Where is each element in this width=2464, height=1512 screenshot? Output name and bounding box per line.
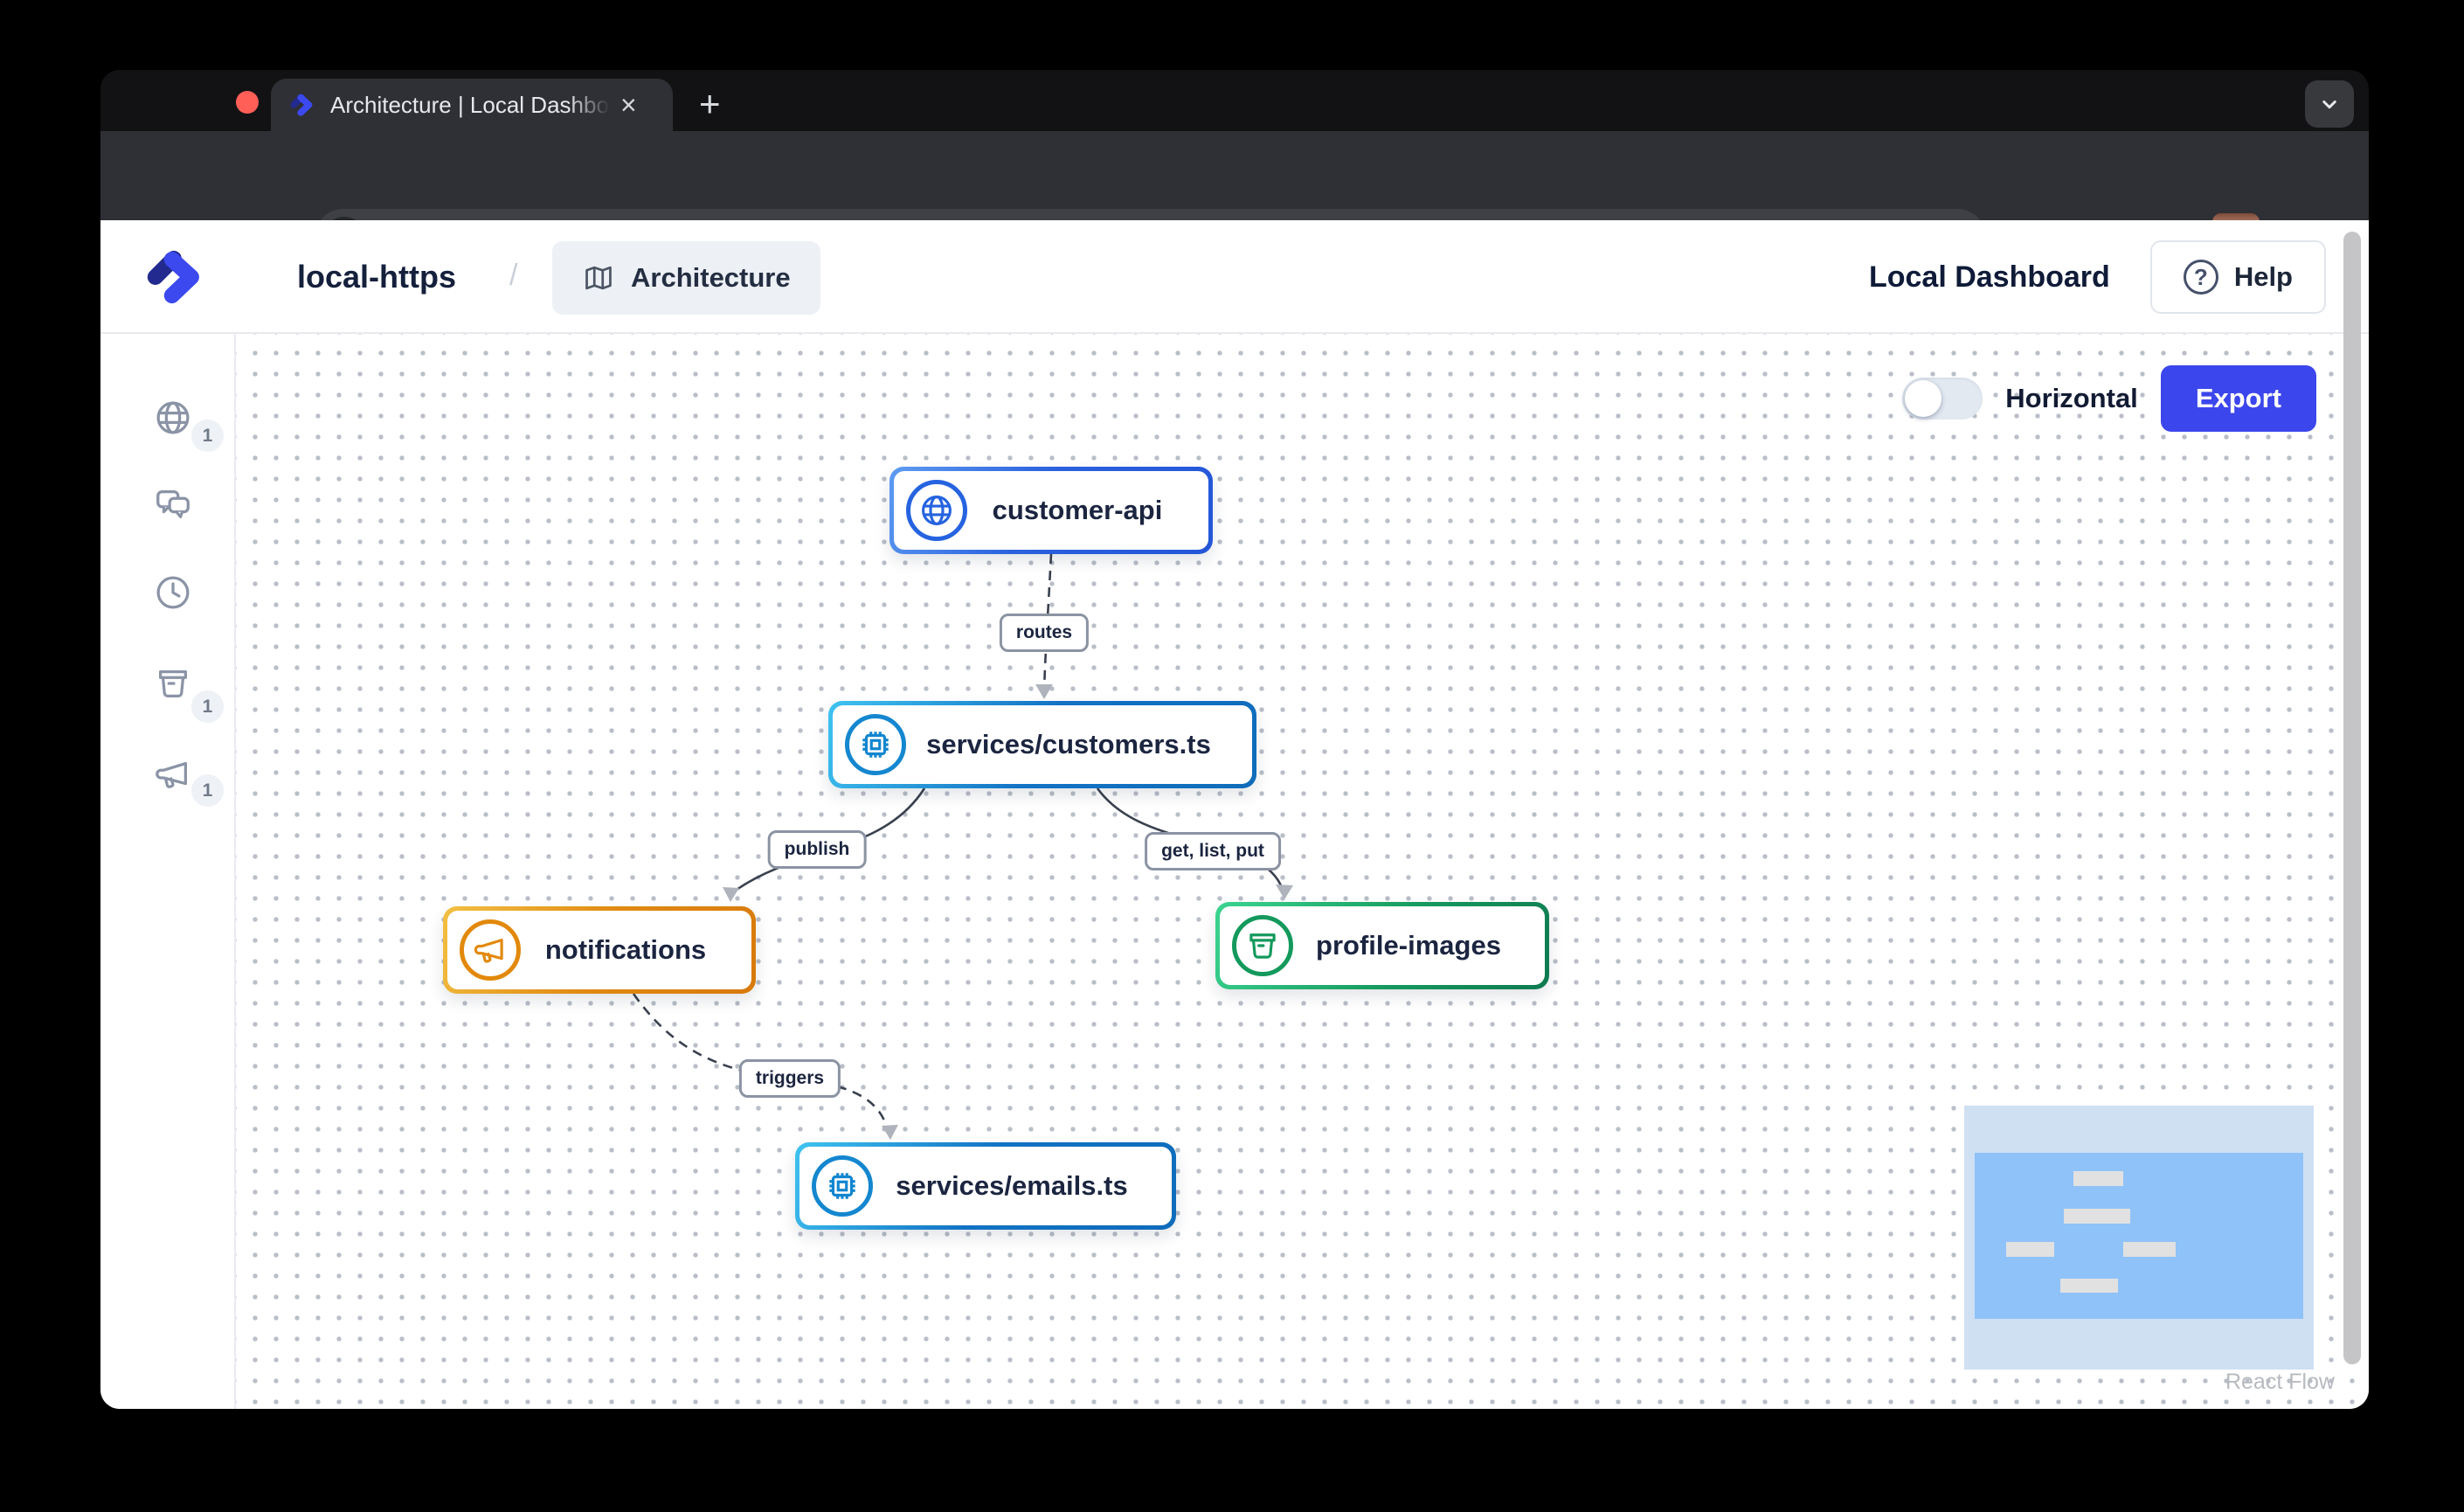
bucket-icon [1232,915,1293,976]
node-label: profile-images [1293,930,1533,961]
browser-toolbar: localhost:49152/architecture/ ⋮ [100,131,2369,220]
edge-label-routes: routes [1000,614,1089,652]
help-label: Help [2234,261,2293,293]
tab-strip: Architecture | Local Dashboar × + [100,70,2369,131]
topic-megaphone-icon [460,919,521,981]
tab-title: Architecture | Local Dashboar [330,92,610,119]
service-cpu-icon [812,1155,873,1217]
map-icon [582,261,615,295]
page-header: local-https / Architecture Local Dashboa… [100,220,2369,334]
page-scrollbar[interactable] [2343,232,2361,1364]
left-sidebar: 1 1 [100,334,236,1409]
environment-label: Local Dashboard [1869,260,2110,295]
tab-close-icon[interactable]: × [620,91,637,119]
node-label: notifications [521,934,739,966]
gateway-globe-icon [906,480,967,541]
minimap-node [2123,1242,2176,1257]
encore-logo [142,244,209,310]
question-icon: ? [2184,260,2218,295]
flow-canvas[interactable]: routes publish get, list, put triggers [236,334,2369,1409]
service-cpu-icon [845,714,906,775]
bucket-icon[interactable] [153,663,193,704]
horizontal-toggle[interactable] [1902,378,1983,420]
dashboard-page: local-https / Architecture Local Dashboa… [100,220,2369,1409]
browser-window: Architecture | Local Dashboar × + [100,70,2369,1409]
edge-label-get-list-put: get, list, put [1145,832,1281,870]
chevron-down-icon [2316,91,2343,117]
node-services-emails[interactable]: services/emails.ts [795,1142,1176,1230]
megaphone-badge: 1 [191,774,224,807]
tab-search-button[interactable] [2305,80,2354,128]
node-notifications[interactable]: notifications [443,906,756,994]
node-label: customer-api [967,495,1196,526]
clock-icon[interactable] [153,572,193,613]
bucket-badge: 1 [191,690,224,723]
megaphone-icon[interactable] [153,754,193,794]
project-name: local-https [297,259,456,295]
node-services-customers[interactable]: services/customers.ts [828,701,1256,788]
globe-badge: 1 [191,420,224,452]
architecture-nav-label: Architecture [631,262,791,294]
close-window-button[interactable] [236,91,259,114]
node-label: services/customers.ts [906,729,1240,760]
browser-tab[interactable]: Architecture | Local Dashboar × [271,79,673,131]
toggle-knob [1905,380,1941,417]
minimap-node [2064,1209,2130,1224]
node-profile-images[interactable]: profile-images [1215,902,1549,989]
help-button[interactable]: ? Help [2150,240,2326,314]
node-label: services/emails.ts [873,1170,1159,1202]
node-customer-api[interactable]: customer-api [889,467,1213,554]
export-button[interactable]: Export [2161,365,2316,432]
chat-icon[interactable] [153,484,193,524]
react-flow-attribution: React Flow [2225,1370,2335,1395]
minimap-node [2073,1171,2123,1186]
canvas-controls: Horizontal Export [1902,365,2316,432]
edge-label-publish: publish [768,830,867,869]
minimap-node [2006,1242,2054,1257]
globe-icon[interactable] [153,398,193,438]
new-tab-button[interactable]: + [699,86,721,122]
architecture-nav-button[interactable]: Architecture [552,241,820,315]
favicon-encore-icon [288,91,316,119]
edge-label-triggers: triggers [739,1059,841,1098]
breadcrumb-separator: / [509,259,517,293]
desktop-background: Architecture | Local Dashboar × + [0,0,2464,1512]
horizontal-toggle-label: Horizontal [2005,383,2138,414]
minimap-node [2060,1279,2118,1293]
minimap[interactable] [1964,1106,2314,1370]
minimap-viewport[interactable] [1975,1153,2303,1319]
